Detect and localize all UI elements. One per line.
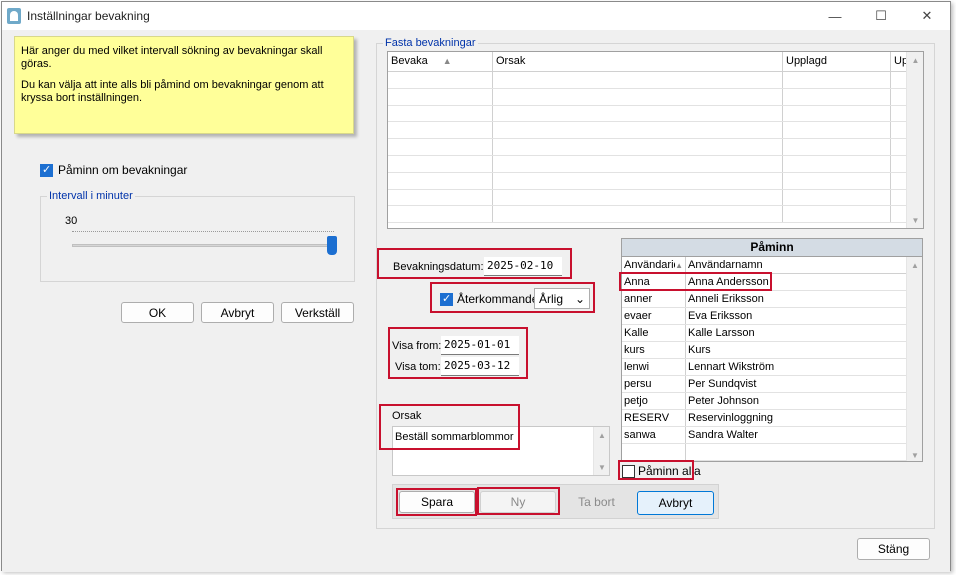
user-name: Lennart Wikström: [688, 361, 775, 373]
dialog-content: Här anger du med vilket intervall söknin…: [2, 30, 950, 572]
interval-legend: Intervall i minuter: [49, 190, 133, 202]
scroll-up-icon[interactable]: ▲: [907, 52, 923, 68]
list-item[interactable]: sanwa Sandra Walter: [622, 427, 922, 444]
cancel-button[interactable]: Avbryt: [201, 302, 274, 323]
highlight-date: [377, 248, 572, 279]
list-item[interactable]: anner Anneli Eriksson: [622, 291, 922, 308]
reason-scrollbar[interactable]: ▲ ▼: [593, 427, 609, 475]
user-id: petjo: [622, 393, 686, 409]
remind-checkbox-box[interactable]: [40, 163, 53, 177]
ok-button[interactable]: OK: [121, 302, 194, 323]
app-icon: [7, 8, 21, 24]
scroll-down-icon[interactable]: ▼: [594, 459, 610, 475]
table-row[interactable]: [388, 189, 923, 207]
slider-ticks: [72, 231, 334, 237]
fixed-watches-rows: [388, 72, 923, 224]
maximize-button[interactable]: ☐: [858, 2, 904, 30]
remind-checkbox-label: Påminn om bevakningar: [58, 163, 188, 177]
list-item[interactable]: Kalle Kalle Larsson: [622, 325, 922, 342]
remind-list-rows: Anna Anna Andersson anner Anneli Eriksson ev…: [622, 274, 922, 461]
apply-button[interactable]: Verkställ: [281, 302, 354, 323]
table-row[interactable]: [388, 206, 923, 224]
user-name: Peter Johnson: [688, 395, 759, 407]
table-row[interactable]: [388, 155, 923, 173]
remind-checkbox[interactable]: Påminn om bevakningar: [40, 163, 187, 177]
scroll-up-icon[interactable]: ▲: [907, 257, 922, 273]
scroll-down-icon[interactable]: ▼: [907, 212, 923, 228]
list-item-empty: [622, 444, 922, 461]
close-dialog-button[interactable]: Stäng: [857, 538, 930, 560]
sort-asc-icon: ▲: [442, 56, 452, 66]
window-controls: — ☐ ✕: [812, 2, 950, 30]
col-header-upplagd[interactable]: Upplagd: [783, 52, 891, 71]
interval-value: 30: [65, 215, 78, 227]
highlight-recurring: [430, 282, 595, 313]
table-row[interactable]: [388, 172, 923, 190]
table-row[interactable]: [388, 72, 923, 89]
minimize-button[interactable]: —: [812, 2, 858, 30]
user-id: kurs: [622, 342, 686, 358]
remind-list-title: Påminn: [622, 239, 922, 257]
list-item[interactable]: evaer Eva Eriksson: [622, 308, 922, 325]
title-bar: Inställningar bevakning — ☐ ✕: [2, 2, 950, 30]
scroll-down-icon[interactable]: ▼: [907, 447, 922, 461]
table-row[interactable]: [388, 139, 923, 156]
col-header-userid[interactable]: Användarid ▲: [622, 257, 686, 273]
list-item[interactable]: lenwi Lennart Wikström: [622, 359, 922, 376]
info-note: Här anger du med vilket intervall söknin…: [14, 36, 354, 134]
fixed-watches-scrollbar[interactable]: ▲ ▼: [906, 52, 923, 228]
table-row[interactable]: [388, 122, 923, 140]
slider-thumb[interactable]: [327, 236, 337, 255]
remind-list-scrollbar[interactable]: ▲ ▼: [906, 257, 922, 461]
form-cancel-button[interactable]: Avbryt: [637, 491, 714, 515]
user-name: Eva Eriksson: [688, 310, 753, 322]
col-header-orsak[interactable]: Orsak: [493, 52, 783, 71]
user-id: Kalle: [622, 325, 686, 341]
fixed-watches-legend: Fasta bevakningar: [385, 37, 476, 49]
close-button[interactable]: ✕: [904, 2, 950, 30]
scroll-up-icon[interactable]: ▲: [594, 427, 610, 443]
info-note-line-1: Här anger du med vilket intervall söknin…: [21, 45, 323, 70]
highlight-reason: [379, 404, 520, 450]
highlight-date-range: [388, 327, 528, 379]
list-item[interactable]: persu Per Sundqvist: [622, 376, 922, 393]
highlight-save: [396, 488, 477, 516]
user-name: Anneli Eriksson: [688, 293, 764, 305]
table-row[interactable]: [388, 105, 923, 123]
user-name: Reservinloggning: [688, 412, 773, 424]
user-id: RESERV: [622, 410, 686, 426]
col-header-username[interactable]: Användarnamn: [686, 257, 906, 273]
window-title: Inställningar bevakning: [27, 9, 150, 23]
highlight-remind-all: [618, 460, 694, 480]
user-id: anner: [622, 291, 686, 307]
sort-asc-icon: ▲: [675, 260, 683, 270]
user-name: Kurs: [688, 344, 711, 356]
fixed-watches-table[interactable]: Bevaka ▲ Orsak Upplagd Up ▲ ▼: [387, 51, 924, 229]
table-row[interactable]: [388, 88, 923, 106]
user-name: Kalle Larsson: [688, 327, 755, 339]
list-item[interactable]: petjo Peter Johnson: [622, 393, 922, 410]
user-name: Per Sundqvist: [688, 378, 757, 390]
highlight-selected-user: [619, 272, 772, 291]
user-id: sanwa: [622, 427, 686, 443]
user-id: persu: [622, 376, 686, 392]
delete-button[interactable]: Ta bort: [560, 491, 633, 513]
fixed-watches-header: Bevaka ▲ Orsak Upplagd Up: [388, 52, 923, 72]
list-item[interactable]: RESERV Reservinloggning: [622, 410, 922, 427]
slider-track[interactable]: [72, 244, 334, 247]
col-header-bevaka[interactable]: Bevaka ▲: [388, 52, 493, 71]
highlight-new: [477, 487, 560, 515]
info-note-line-2: Du kan välja att inte alls bli påmind om…: [21, 79, 324, 104]
user-name: Sandra Walter: [688, 429, 758, 441]
list-item[interactable]: kurs Kurs: [622, 342, 922, 359]
user-id: evaer: [622, 308, 686, 324]
user-id: lenwi: [622, 359, 686, 375]
settings-window: Inställningar bevakning — ☐ ✕ Här anger …: [1, 1, 951, 572]
